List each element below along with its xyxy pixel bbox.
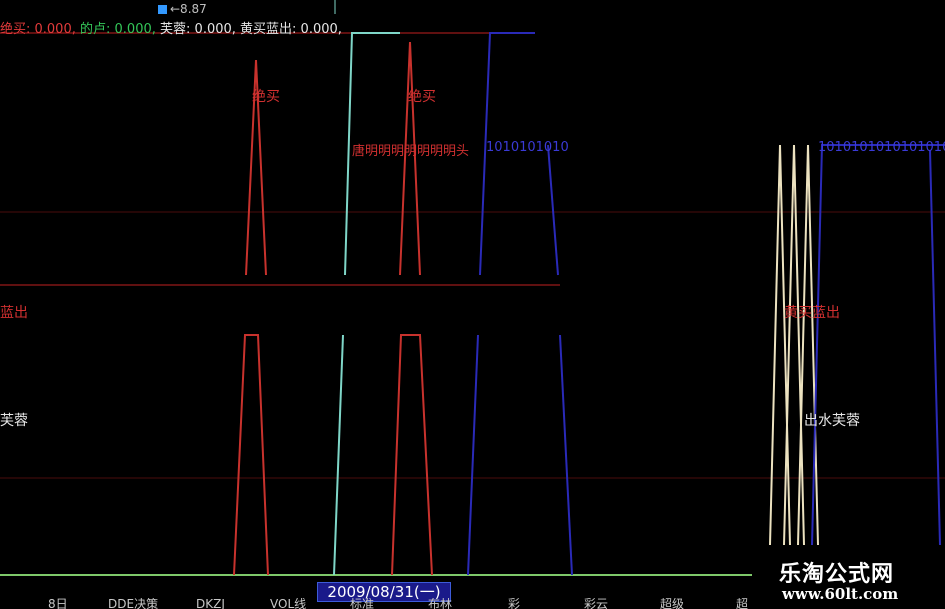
header-item-juemai: 绝买: 0.000,: [0, 22, 76, 37]
tab-indicator[interactable]: 彩云: [584, 598, 608, 609]
signal-juemai-1: 绝买: [252, 89, 280, 105]
red-spike-2-lower: [391, 334, 433, 576]
blue-plateau-lower: [467, 334, 479, 576]
watermark: 乐淘公式网 www.60lt.com: [752, 550, 945, 609]
header-item-huangmai: 黄买蓝出: 0.000,: [240, 22, 342, 37]
watermark-title: 乐淘公式网: [779, 561, 895, 587]
signal-blue-code-2: 1010101010101010: [818, 140, 945, 155]
header-item-dilu: 的卢: 0.000,: [80, 22, 156, 37]
signal-furong-left: 芙蓉: [0, 413, 28, 429]
blue-plateau-upper-right: [547, 144, 559, 276]
red-spike-1-lower: [233, 334, 269, 576]
blue-plateau-right-edge: [929, 149, 941, 546]
cream-spike-3: [797, 144, 819, 546]
tooltip-marker-icon: [158, 5, 167, 14]
tab-indicator[interactable]: 超: [736, 598, 748, 609]
signal-furong-right: 出水芙蓉: [804, 413, 860, 429]
signal-blue-code-1: 1010101010: [486, 140, 569, 155]
cream-spike-2: [783, 144, 805, 546]
tab-indicator[interactable]: 8日: [48, 598, 68, 609]
tab-indicator[interactable]: VOL线: [270, 598, 306, 609]
cream-spike-1: [769, 144, 791, 546]
teal-plateau-lower: [333, 334, 344, 576]
signal-juemai-2: 绝买: [408, 89, 436, 105]
indicator-header: 绝买: 0.000, 的卢: 0.000, 芙蓉: 0.000, 黄买蓝出: 0…: [0, 18, 342, 37]
tab-indicator[interactable]: 布林: [428, 598, 452, 609]
tab-indicator[interactable]: 超级: [660, 598, 684, 609]
tab-indicator[interactable]: 标准: [350, 598, 374, 609]
tab-indicator[interactable]: 彩: [508, 598, 520, 609]
header-item-furong: 芙蓉: 0.000,: [160, 22, 236, 37]
tab-indicator[interactable]: DDE决策: [108, 598, 158, 609]
indicator-tab-bar: 8日 DDE决策 DKZJ VOL线 标准 布林 彩 彩云 超级 超: [0, 598, 760, 609]
tab-indicator[interactable]: DKZJ: [196, 598, 225, 609]
signal-huangmai-right: 黄买蓝出: [784, 305, 840, 321]
signal-lanchu-left: 蓝出: [0, 305, 28, 321]
blue-plateau-lower-right: [559, 334, 573, 576]
blue-plateau-right: [811, 144, 945, 546]
watermark-url: www.60lt.com: [782, 585, 899, 603]
tooltip-value: ←8.87: [170, 2, 207, 16]
price-tooltip: ←8.87: [158, 2, 207, 16]
signal-overlap-text: 唐明明明明明明明头: [352, 144, 470, 159]
